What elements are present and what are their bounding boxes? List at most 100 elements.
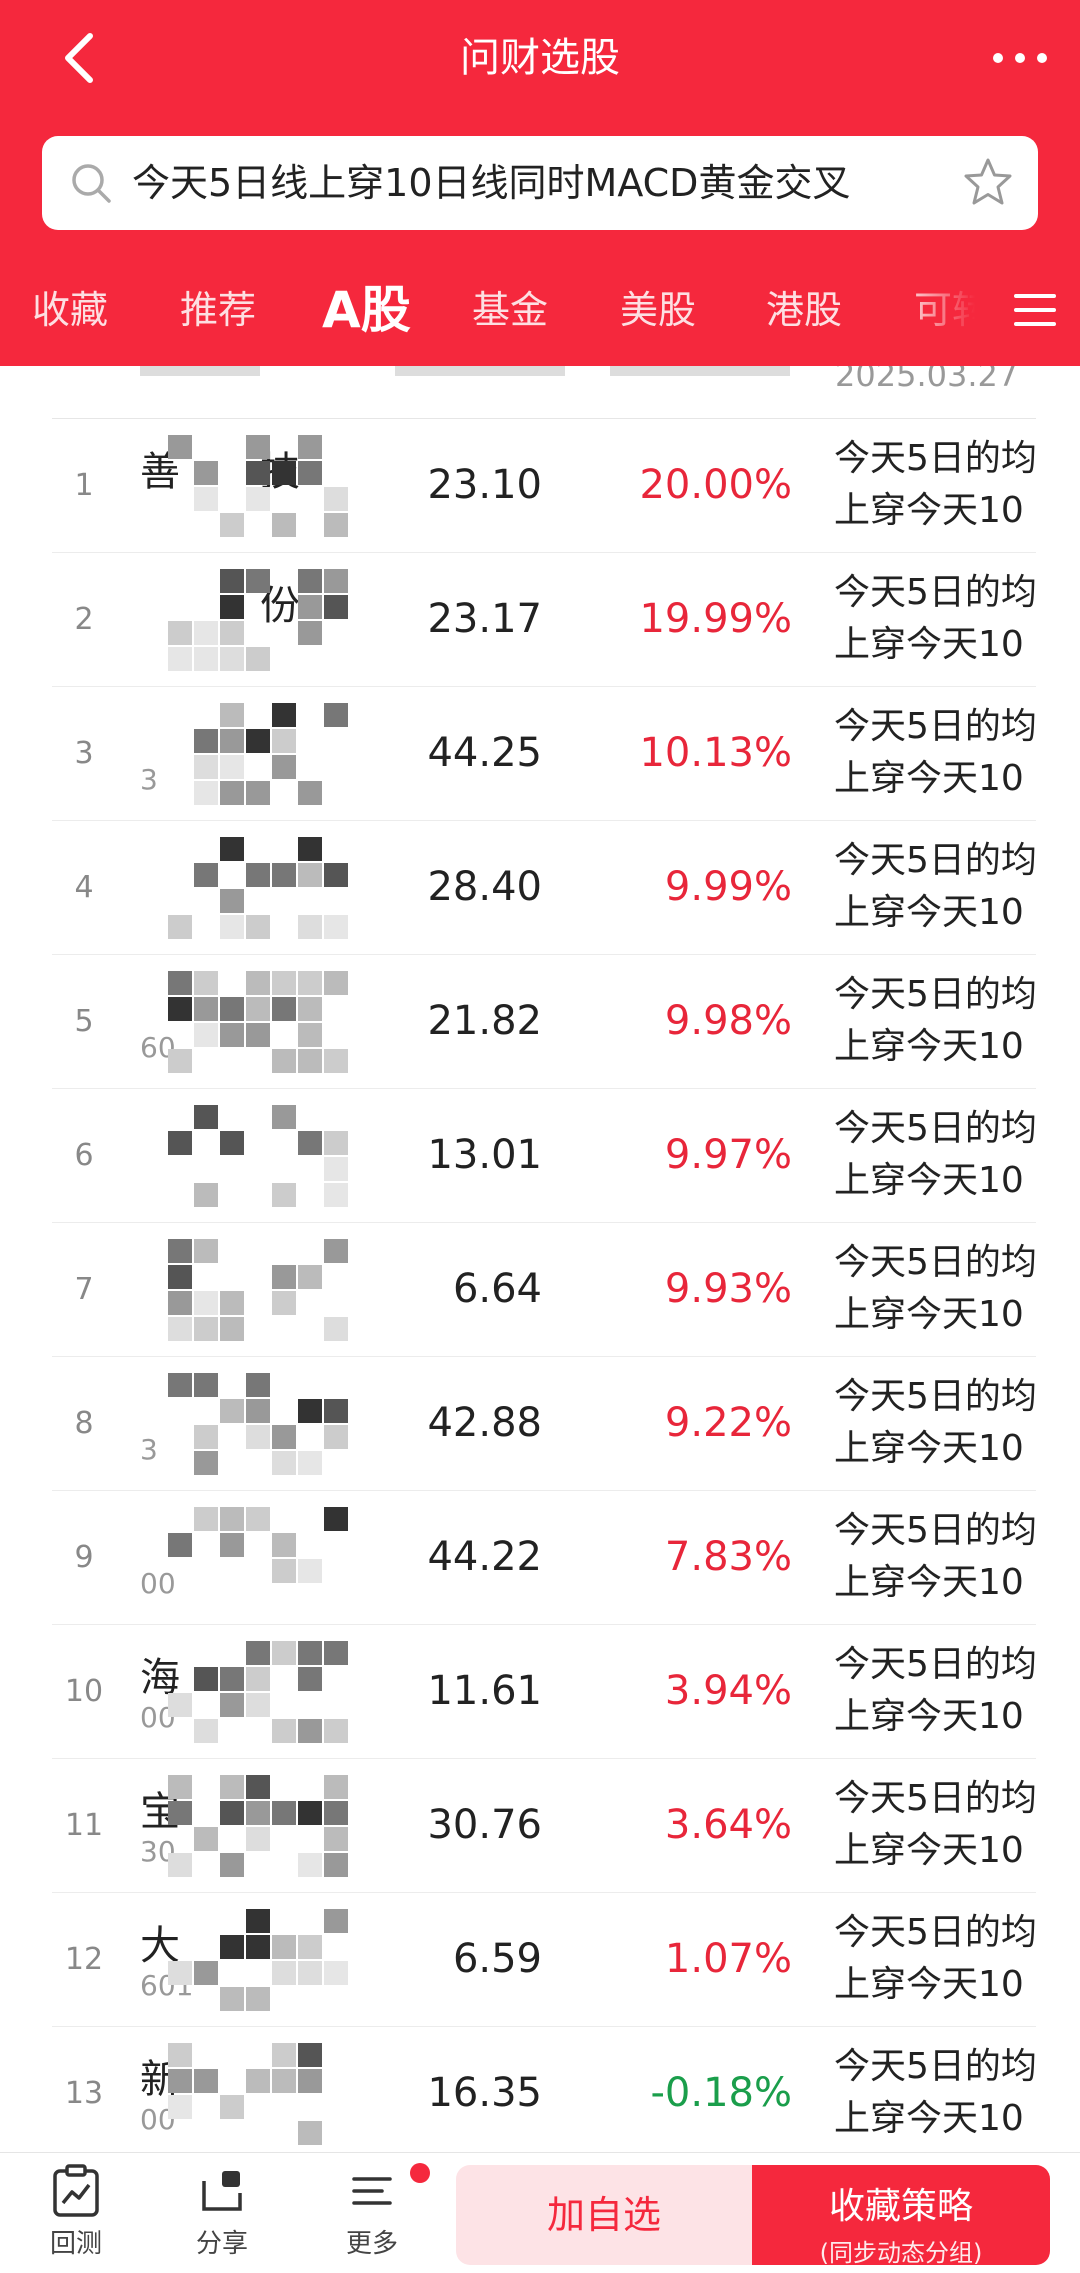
change-percent: 7.83% [664, 1534, 792, 1580]
mosaic-block [324, 1317, 348, 1341]
table-row[interactable]: 1 善 技 23.10 20.00% 今天5日的均 上穿今天10 [52, 418, 1036, 552]
mosaic-block [220, 703, 244, 727]
table-row[interactable]: 2 份 23.17 19.99% 今天5日的均 上穿今天10 [52, 552, 1036, 686]
mosaic-block [272, 1425, 296, 1449]
change-percent: -0.18% [650, 2070, 792, 2116]
pixelated-mask [154, 833, 354, 943]
table-row[interactable]: 7 6.64 9.93% 今天5日的均 上穿今天10 [52, 1222, 1036, 1356]
table-row[interactable]: 8 3 42.88 9.22% 今天5日的均 上穿今天10 [52, 1356, 1036, 1490]
mosaic-block [246, 435, 270, 459]
results-table: 1 善 技 23.10 20.00% 今天5日的均 上穿今天10 2 份 23.1… [0, 418, 1080, 2160]
mosaic-block [324, 915, 348, 939]
mosaic-block [246, 1775, 270, 1799]
mosaic-block [220, 595, 244, 619]
condition-desc: 今天5日的均 上穿今天10 [834, 1773, 1036, 1877]
tab-us-stocks[interactable]: 美股 [620, 270, 696, 350]
mosaic-block [194, 1425, 218, 1449]
table-row[interactable]: 13 新 00 16.35 -0.18% 今天5日的均 上穿今天10 [52, 2026, 1036, 2160]
mosaic-block [246, 1641, 270, 1665]
mosaic-block [220, 513, 244, 537]
mosaic-block [272, 2043, 296, 2067]
mosaic-block [324, 569, 348, 593]
table-row[interactable]: 12 大 601 6.59 1.07% 今天5日的均 上穿今天10 [52, 1892, 1036, 2026]
mosaic-block [220, 1853, 244, 1877]
mosaic-block [220, 781, 244, 805]
notification-dot [410, 2163, 430, 2183]
mosaic-block [324, 1131, 348, 1155]
tab-favorites[interactable]: 收藏 [32, 270, 108, 350]
mosaic-block [272, 1451, 296, 1475]
table-row[interactable]: 4 28.40 9.99% 今天5日的均 上穿今天10 [52, 820, 1036, 954]
stock-name-block: 3 [140, 699, 360, 809]
backtest-label: 回测 [49, 2229, 102, 2259]
change-percent: 9.97% [664, 1132, 792, 1178]
search-query[interactable]: 今天5日线上穿10日线同时MACD黄金交叉 [132, 136, 850, 230]
menu-icon[interactable] [1010, 286, 1060, 334]
add-watchlist-button[interactable]: 加自选 [456, 2165, 752, 2265]
mosaic-block [168, 621, 192, 645]
more-options-icon[interactable] [990, 48, 1050, 68]
desc-line-1: 今天5日的均 [834, 1644, 1036, 1685]
tab-a-shares[interactable]: A股 [322, 270, 411, 350]
save-strategy-button[interactable]: 收藏策略 (同步动态分组) [752, 2165, 1050, 2267]
mosaic-block [324, 1239, 348, 1263]
mosaic-block [246, 1023, 270, 1047]
mosaic-block [194, 647, 218, 671]
mosaic-block [298, 837, 322, 861]
mosaic-block [220, 1317, 244, 1341]
search-bar[interactable]: 今天5日线上穿10日线同时MACD黄金交叉 [42, 136, 1038, 230]
mosaic-block [246, 863, 270, 887]
mosaic-block [298, 1667, 322, 1691]
price: 16.35 [427, 2070, 542, 2116]
mosaic-block [194, 1105, 218, 1129]
rank: 2 [74, 602, 94, 637]
mosaic-block [298, 1023, 322, 1047]
price: 13.01 [427, 1132, 542, 1178]
column-header: 2025.03.27 [0, 366, 1080, 418]
mosaic-block [220, 1507, 244, 1531]
table-row[interactable]: 3 3 44.25 10.13% 今天5日的均 上穿今天10 [52, 686, 1036, 820]
tab-funds[interactable]: 基金 [472, 270, 548, 350]
mosaic-block [324, 1641, 348, 1665]
backtest-chart-icon [53, 2164, 99, 2217]
mosaic-block [324, 863, 348, 887]
mosaic-block [220, 1667, 244, 1691]
desc-line-2: 上穿今天10 [834, 1428, 1024, 1469]
share-button[interactable]: 分享 [162, 2163, 282, 2260]
table-row[interactable]: 5 60 21.82 9.98% 今天5日的均 上穿今天10 [52, 954, 1036, 1088]
mosaic-block [168, 1373, 192, 1397]
price: 30.76 [427, 1802, 542, 1848]
mosaic-block [220, 569, 244, 593]
pixelated-mask [154, 967, 354, 1077]
rank: 10 [64, 1674, 104, 1709]
desc-line-2: 上穿今天10 [834, 490, 1024, 531]
mosaic-block [220, 2095, 244, 2119]
mosaic-block [168, 1049, 192, 1073]
mosaic-block [220, 1775, 244, 1799]
mosaic-block [220, 1291, 244, 1315]
mosaic-block [324, 595, 348, 619]
mosaic-block [220, 1801, 244, 1825]
change-percent: 3.94% [664, 1668, 792, 1714]
table-row[interactable]: 9 00 44.22 7.83% 今天5日的均 上穿今天10 [52, 1490, 1036, 1624]
change-percent: 10.13% [639, 730, 792, 776]
mosaic-block [246, 1507, 270, 1531]
tab-hk-stocks[interactable]: 港股 [766, 270, 842, 350]
stock-name-block: 善 技 [140, 431, 360, 541]
mosaic-block [298, 863, 322, 887]
tab-recommend[interactable]: 推荐 [180, 270, 256, 350]
table-row[interactable]: 6 13.01 9.97% 今天5日的均 上穿今天10 [52, 1088, 1036, 1222]
table-row[interactable]: 11 宝 30 30.76 3.64% 今天5日的均 上穿今天10 [52, 1758, 1036, 1892]
star-icon[interactable] [962, 156, 1014, 208]
bottom-action-bar: 回测 分享 更多 加自选 收藏策略 (同步动态分组) [0, 2152, 1080, 2273]
price: 23.17 [427, 596, 542, 642]
mosaic-block [324, 513, 348, 537]
table-row[interactable]: 10 海 00 11.61 3.94% 今天5日的均 上穿今天10 [52, 1624, 1036, 1758]
top-bar: 问财选股 今天5日线上穿10日线同时MACD黄金交叉 收藏 推荐 A股 基金 美… [0, 0, 1080, 366]
mosaic-block [298, 915, 322, 939]
backtest-button[interactable]: 回测 [16, 2163, 136, 2260]
mosaic-block [220, 1023, 244, 1047]
desc-line-1: 今天5日的均 [834, 1108, 1036, 1149]
desc-line-1: 今天5日的均 [834, 1912, 1036, 1953]
mosaic-block [246, 1425, 270, 1449]
